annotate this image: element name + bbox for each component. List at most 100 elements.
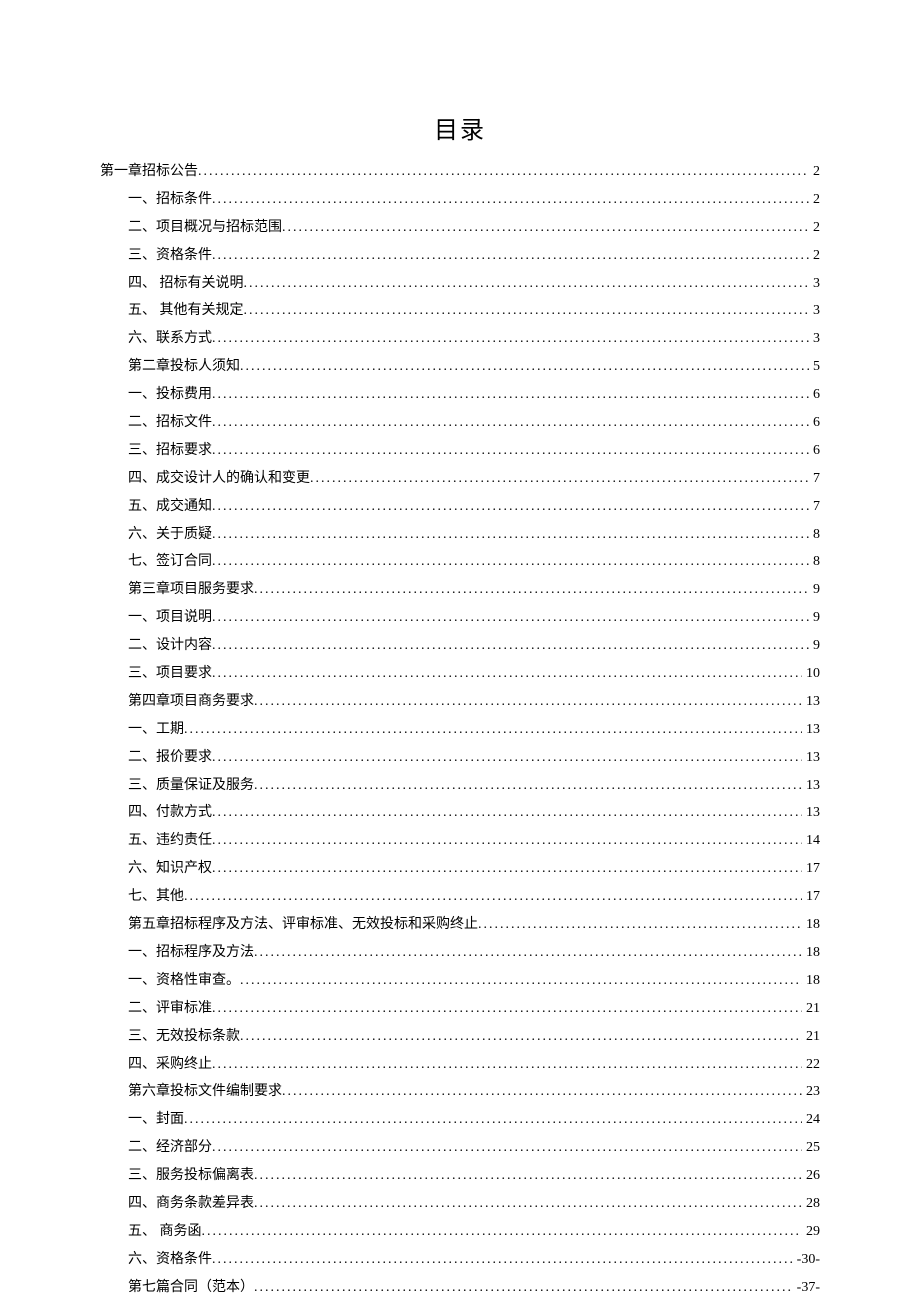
toc-entry-label: 四、采购终止 [128,1054,212,1076]
toc-entry-label: 三、资格条件 [128,245,212,267]
toc-entry-page: 13 [802,802,820,824]
toc-leader-dots [212,998,802,1020]
toc-entry: 一、投标费用6 [128,384,820,406]
toc-entry: 第五章招标程序及方法、评审标准、无效投标和采购终止 18 [128,914,820,936]
toc-entry-page: 18 [802,942,820,964]
toc-leader-dots [254,942,802,964]
toc-entry-label: 一、封面 [128,1109,184,1131]
toc-entry-label: 一、工期 [128,719,184,741]
toc-entry-label: 第三章项目服务要求 [128,579,254,601]
toc-entry-label: 四、 招标有关说明 [128,273,244,295]
table-of-contents: 第一章招标公告 2 一、招标条件 2 二、项目概况与招标范围2 三、资格条件 2 四、 招标有… [100,161,820,1299]
toc-leader-dots [212,384,809,406]
toc-entry: 二、项目概况与招标范围2 [128,217,820,239]
toc-entry-page: 8 [809,551,820,573]
toc-leader-dots [212,440,809,462]
toc-leader-dots [212,747,802,769]
toc-entry-label: 一、资格性审查。 [128,970,240,992]
toc-leader-dots [244,300,810,322]
toc-entry-page: 21 [802,998,820,1020]
toc-leader-dots [184,1109,802,1131]
toc-entry: 一、工期 13 [128,719,820,741]
toc-entry-label: 五、成交通知 [128,496,212,518]
toc-entry: 二、招标文件6 [128,412,820,434]
toc-entry: 六、知识产权 17 [128,858,820,880]
toc-entry: 四、 招标有关说明3 [128,273,820,295]
toc-entry: 三、服务投标偏离表 26 [128,1165,820,1187]
toc-entry: 一、封面 24 [128,1109,820,1131]
toc-entry-label: 二、经济部分 [128,1137,212,1159]
toc-entry: 三、项目要求 10 [128,663,820,685]
toc-leader-dots [254,579,809,601]
toc-leader-dots [212,635,809,657]
toc-entry-page: 10 [802,663,820,685]
toc-entry-page: 13 [802,775,820,797]
toc-entry-page: 5 [809,356,820,378]
toc-entry-page: 2 [809,189,820,211]
toc-entry-page: 25 [802,1137,820,1159]
toc-entry: 六、关于质疑8 [128,524,820,546]
toc-entry-page: 3 [809,300,820,322]
toc-entry-label: 三、无效投标条款 [128,1026,240,1048]
toc-entry-label: 第五章招标程序及方法、评审标准、无效投标和采购终止 [128,914,478,936]
toc-leader-dots [240,356,809,378]
toc-entry-page: 6 [809,384,820,406]
toc-entry-label: 一、项目说明 [128,607,212,629]
toc-entry: 一、招标程序及方法 18 [128,942,820,964]
toc-leader-dots [202,1221,803,1243]
toc-entry: 第七篇合同（范本） -37- [128,1277,820,1299]
toc-entry-page: 9 [809,579,820,601]
toc-entry-label: 第一章招标公告 [100,161,198,183]
toc-leader-dots [212,328,809,350]
toc-entry-label: 三、质量保证及服务 [128,775,254,797]
toc-entry: 第六章投标文件编制要求 23 [128,1081,820,1103]
toc-entry-label: 五、 商务函 [128,1221,202,1243]
toc-entry-label: 四、商务条款差异表 [128,1193,254,1215]
toc-entry-label: 六、资格条件 [128,1249,212,1271]
toc-entry: 二、评审标准 21 [128,998,820,1020]
toc-entry: 四、商务条款差异表 28 [128,1193,820,1215]
toc-leader-dots [212,607,809,629]
toc-entry: 第二章投标人须知 5 [128,356,820,378]
toc-leader-dots [212,663,802,685]
toc-entry-page: 2 [809,245,820,267]
toc-leader-dots [212,524,809,546]
toc-entry-label: 五、违约责任 [128,830,212,852]
toc-entry: 第一章招标公告 2 [100,161,820,183]
toc-entry-page: 2 [809,161,820,183]
toc-entry: 五、成交通知7 [128,496,820,518]
toc-entry-page: -30- [793,1249,820,1271]
toc-entry-label: 一、招标程序及方法 [128,942,254,964]
toc-entry-label: 四、付款方式 [128,802,212,824]
toc-leader-dots [212,1054,802,1076]
toc-leader-dots [478,914,802,936]
toc-entry: 第四章项目商务要求 13 [128,691,820,713]
toc-entry-page: 18 [802,914,820,936]
toc-entry-label: 七、签订合同 [128,551,212,573]
toc-entry-label: 第二章投标人须知 [128,356,240,378]
toc-entry: 三、招标要求6 [128,440,820,462]
toc-entry-page: 17 [802,858,820,880]
toc-entry-page: 3 [809,328,820,350]
toc-entry: 第三章项目服务要求 9 [128,579,820,601]
toc-leader-dots [212,551,809,573]
toc-entry-page: -37- [793,1277,820,1299]
toc-leader-dots [198,161,809,183]
toc-entry-page: 8 [809,524,820,546]
toc-leader-dots [244,273,810,295]
toc-leader-dots [254,1277,793,1299]
toc-entry-label: 二、报价要求 [128,747,212,769]
toc-entry-label: 第七篇合同（范本） [128,1277,254,1299]
toc-entry-page: 7 [809,468,820,490]
toc-entry-label: 一、招标条件 [128,189,212,211]
toc-entry-page: 24 [802,1109,820,1131]
toc-entry: 七、签订合同 8 [128,551,820,573]
toc-leader-dots [184,719,802,741]
toc-entry-label: 第四章项目商务要求 [128,691,254,713]
toc-entry: 二、设计内容9 [128,635,820,657]
toc-entry-page: 13 [802,719,820,741]
toc-leader-dots [212,1249,793,1271]
toc-entry-label: 五、 其他有关规定 [128,300,244,322]
toc-entry: 六、资格条件 -30- [128,1249,820,1271]
toc-entry-label: 二、项目概况与招标范围 [128,217,282,239]
